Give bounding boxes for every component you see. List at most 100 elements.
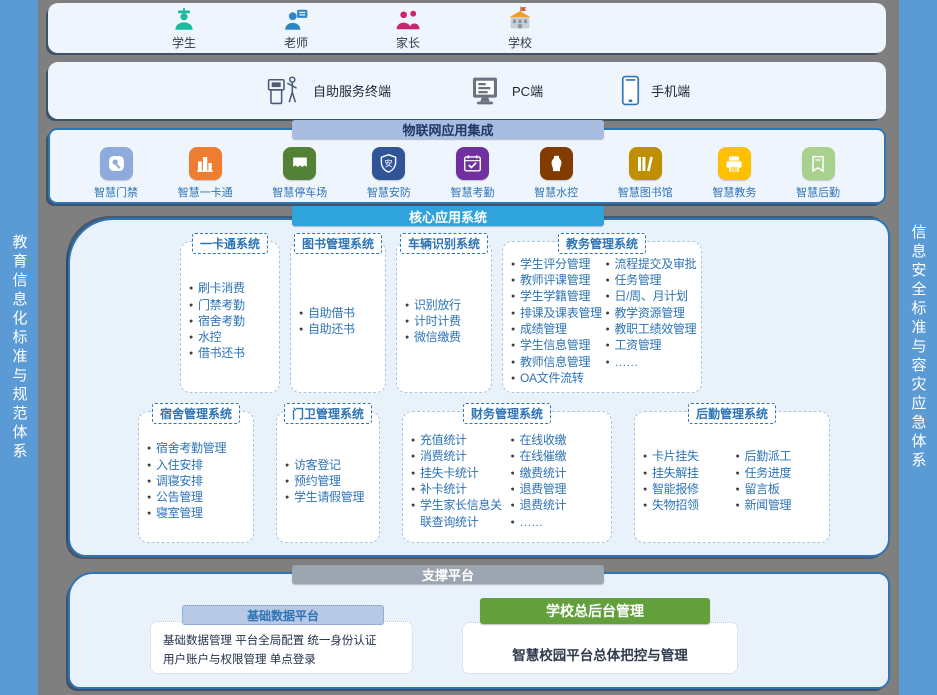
core-section-header: 核心应用系统 [292, 206, 604, 226]
feature-text: 日/周、月计划 [614, 288, 687, 304]
feature-text: 挂失解挂 [652, 465, 699, 481]
system-box-title: 门卫管理系统 [284, 403, 372, 424]
student-icon [171, 5, 197, 33]
feature-item: 退费管理 [511, 481, 608, 497]
feature-item: 教职工绩效管理 [606, 321, 698, 337]
feature-list: 卡片挂失 挂失解挂 智能报修 失物招领 [643, 448, 733, 513]
feature-text: 微信缴费 [414, 329, 461, 345]
iot-item: 智慧一卡通 [178, 147, 233, 200]
feature-item: 借书还书 [189, 345, 275, 361]
feature-item: 在线催缴 [511, 448, 608, 464]
feature-item: 退费统计 [511, 497, 608, 513]
feature-item: 调寝安排 [147, 473, 249, 489]
feature-item: 智能报修 [643, 481, 733, 497]
feature-list: 宿舍考勤管理 入住安排 调寝安排 公告管理 寝室管理 [147, 440, 249, 522]
feature-text: 教师信息管理 [520, 354, 590, 370]
feature-text: 缴费统计 [519, 465, 566, 481]
right-sidebar-label: 信息安全标准与容灾应急体系 [911, 224, 926, 471]
role-item: 家长 [380, 5, 436, 51]
feature-text: 学生评分管理 [520, 256, 590, 272]
right-sidebar: 信息安全标准与容灾应急体系 [899, 0, 937, 695]
onecard-icon [189, 147, 222, 180]
school-admin-title: 学校总后台管理 [480, 598, 710, 624]
feature-text: 后勤派工 [744, 448, 791, 464]
system-box-title: 一卡通系统 [192, 233, 268, 254]
system-box: 教务管理系统 学生评分管理 教师评课管理 学生学籍管理 [502, 241, 702, 393]
library-icon [629, 147, 662, 180]
feature-text: 学生请假管理 [294, 489, 364, 505]
water-icon [540, 147, 573, 180]
feature-item: 任务管理 [606, 272, 698, 288]
feature-item: 工资管理 [606, 337, 698, 353]
feature-text: 宿舍考勤 [198, 313, 245, 329]
iot-label: 智慧水控 [534, 184, 578, 200]
iot-item: 智慧后勤 [796, 147, 840, 200]
feature-text: 调寝安排 [156, 473, 203, 489]
feature-item: 后勤派工 [736, 448, 826, 464]
terminal-item: 手机端 [621, 75, 690, 106]
terminal-label: PC端 [512, 81, 543, 100]
feature-item: 流程提交及审批 [606, 256, 698, 272]
feature-text: 新闻管理 [744, 497, 791, 513]
feature-text: 门禁考勤 [198, 297, 245, 313]
feature-text: 退费统计 [519, 497, 566, 513]
role-label: 学校 [508, 34, 532, 51]
core-systems-row-2: 宿舍管理系统 宿舍考勤管理 入住安排 调寝安排 [138, 411, 888, 543]
iot-label: 智慧停车场 [272, 184, 327, 200]
feature-item: 学生信息管理 [511, 337, 603, 353]
feature-text: 工资管理 [614, 337, 661, 353]
feature-item: 学生请假管理 [285, 489, 375, 505]
feature-item: 寝室管理 [147, 505, 249, 521]
feature-item: 宿舍考勤管理 [147, 440, 249, 456]
system-box-title: 教务管理系统 [558, 233, 646, 254]
system-box-title: 宿舍管理系统 [152, 403, 240, 424]
system-box: 宿舍管理系统 宿舍考勤管理 入住安排 调寝安排 [138, 411, 254, 543]
system-box-title: 后勤管理系统 [688, 403, 776, 424]
feature-text: 教学资源管理 [614, 305, 684, 321]
feature-text: 借书还书 [198, 345, 245, 361]
system-box: 图书管理系统 自助借书 自助还书 [290, 241, 386, 393]
feature-text: 入住安排 [156, 457, 203, 473]
logistics-icon [802, 147, 835, 180]
feature-text: 排课及课表管理 [520, 305, 602, 321]
feature-text: 宿舍考勤管理 [156, 440, 226, 456]
feature-text: 教师评课管理 [520, 272, 590, 288]
feature-text: 成绩管理 [520, 321, 567, 337]
feature-item: 门禁考勤 [189, 297, 275, 313]
feature-item: 教师评课管理 [511, 272, 603, 288]
feature-item: 卡片挂失 [643, 448, 733, 464]
teacher-icon [283, 5, 309, 33]
terminal-label: 手机端 [651, 81, 690, 100]
feature-item: 微信缴费 [405, 329, 487, 345]
feature-text: 补卡统计 [420, 481, 467, 497]
feature-text: 自助还书 [308, 321, 355, 337]
feature-text: 退费管理 [519, 481, 566, 497]
feature-list: 在线收缴 在线催缴 缴费统计 退费管理 退费统计 [511, 432, 608, 530]
feature-item: 访客登记 [285, 457, 375, 473]
feature-text: 识别放行 [414, 297, 461, 313]
terminals-panel: 自助服务终端 PC端 手机端 [48, 62, 886, 119]
feature-item: 缴费统计 [511, 465, 608, 481]
terminal-label: 自助服务终端 [313, 81, 391, 100]
feature-item: 日/周、月计划 [606, 288, 698, 304]
base-data-platform-title: 基础数据平台 [182, 605, 384, 625]
feature-item: 宿舍考勤 [189, 313, 275, 329]
feature-item: 公告管理 [147, 489, 249, 505]
feature-text: …… [614, 354, 637, 370]
base-platform-line-1: 基础数据管理 平台全局配置 统一身份认证 [163, 632, 402, 651]
iot-item: 智慧图书馆 [618, 147, 673, 200]
svg-text:安: 安 [385, 158, 393, 168]
iot-label: 智慧考勤 [451, 184, 495, 200]
feature-text: 充值统计 [420, 432, 467, 448]
base-data-platform-content: 基础数据管理 平台全局配置 统一身份认证 用户账户与权限管理 单点登录 [150, 621, 413, 674]
role-label: 学生 [172, 34, 196, 51]
feature-text: 智能报修 [652, 481, 699, 497]
feature-item: 在线收缴 [511, 432, 608, 448]
iot-label: 智慧图书馆 [618, 184, 673, 200]
core-systems-row-1: 一卡通系统 刷卡消费 门禁考勤 宿舍考勤 [180, 241, 888, 393]
feature-list: 后勤派工 任务进度 留言板 新闻管理 [736, 448, 826, 513]
kiosk-icon [266, 75, 302, 107]
feature-item: 刷卡消费 [189, 280, 275, 296]
iot-item: 安 智慧安防 [367, 147, 411, 200]
feature-list: 识别放行 计时计费 微信缴费 [405, 297, 487, 346]
